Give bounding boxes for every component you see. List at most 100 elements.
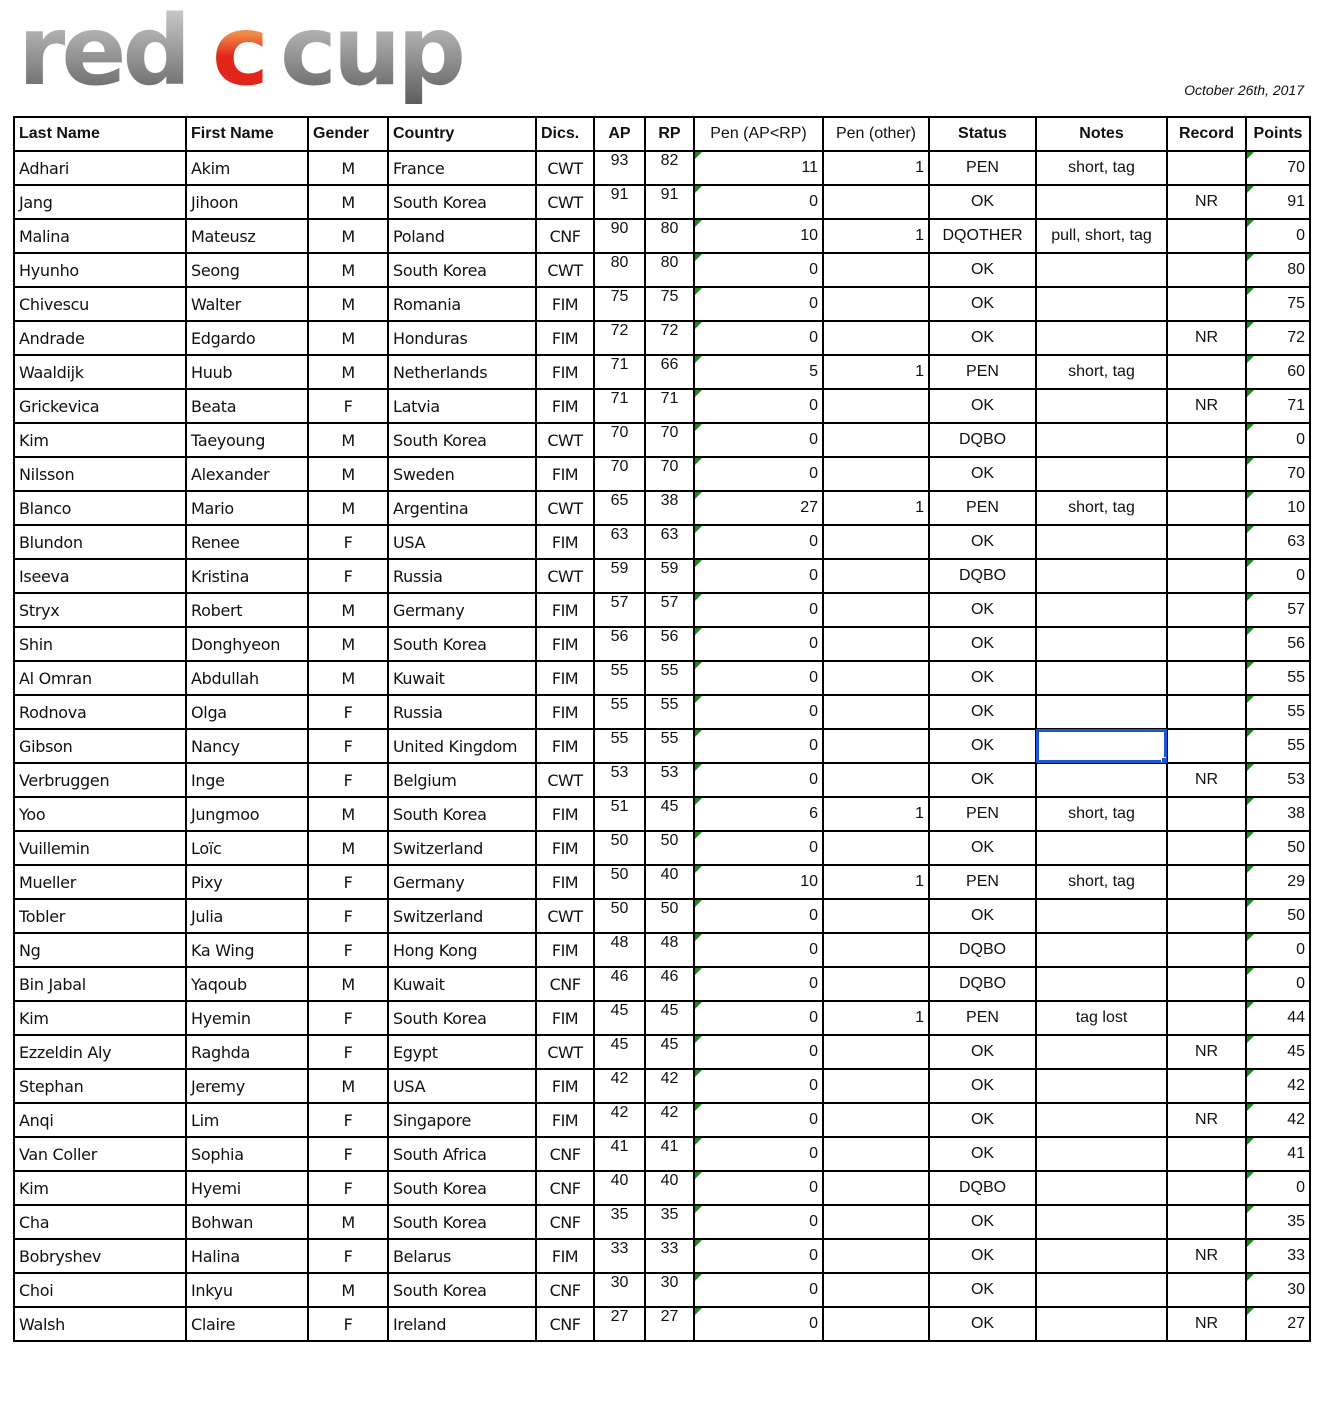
cell-discipline[interactable]: FIM <box>535 1000 595 1036</box>
cell-record[interactable]: NR <box>1166 184 1247 220</box>
cell-last-name[interactable]: Tobler <box>13 898 187 934</box>
cell-notes[interactable]: tag lost <box>1035 1000 1168 1036</box>
cell-ap[interactable]: 55 <box>593 728 646 764</box>
cell-gender[interactable]: F <box>307 1170 389 1206</box>
cell-country[interactable]: France <box>387 150 537 186</box>
cell-record[interactable]: NR <box>1166 320 1247 356</box>
cell-gender[interactable]: M <box>307 320 389 356</box>
cell-points[interactable]: 50 <box>1245 898 1311 934</box>
cell-record[interactable]: NR <box>1166 1238 1247 1274</box>
cell-pen-other[interactable]: 1 <box>822 218 930 254</box>
cell-first-name[interactable]: Loïc <box>185 830 309 866</box>
cell-record[interactable] <box>1166 1204 1247 1240</box>
cell-pen-other[interactable] <box>822 1102 930 1138</box>
cell-last-name[interactable]: Choi <box>13 1272 187 1308</box>
cell-notes[interactable] <box>1035 1238 1168 1274</box>
cell-pen-other[interactable] <box>822 456 930 492</box>
cell-points[interactable]: 80 <box>1245 252 1311 288</box>
cell-notes[interactable] <box>1035 592 1168 628</box>
cell-discipline[interactable]: CWT <box>535 184 595 220</box>
cell-last-name[interactable]: Ezzeldin Aly <box>13 1034 187 1070</box>
cell-first-name[interactable]: Seong <box>185 252 309 288</box>
cell-gender[interactable]: M <box>307 150 389 186</box>
cell-discipline[interactable]: FIM <box>535 354 595 390</box>
cell-notes[interactable] <box>1035 898 1168 934</box>
cell-last-name[interactable]: Blanco <box>13 490 187 526</box>
cell-rp[interactable]: 45 <box>644 1000 695 1036</box>
cell-rp[interactable]: 72 <box>644 320 695 356</box>
cell-pen-ap-rp[interactable]: 0 <box>693 1068 824 1104</box>
cell-pen-other[interactable] <box>822 830 930 866</box>
cell-first-name[interactable]: Olga <box>185 694 309 730</box>
cell-discipline[interactable]: CNF <box>535 966 595 1002</box>
cell-ap[interactable]: 57 <box>593 592 646 628</box>
cell-rp[interactable]: 38 <box>644 490 695 526</box>
cell-ap[interactable]: 93 <box>593 150 646 186</box>
cell-status[interactable]: OK <box>928 1102 1037 1138</box>
cell-last-name[interactable]: Van Coller <box>13 1136 187 1172</box>
cell-discipline[interactable]: CWT <box>535 1034 595 1070</box>
cell-country[interactable]: USA <box>387 524 537 560</box>
cell-points[interactable]: 30 <box>1245 1272 1311 1308</box>
cell-first-name[interactable]: Mateusz <box>185 218 309 254</box>
cell-record[interactable] <box>1166 456 1247 492</box>
cell-first-name[interactable]: Raghda <box>185 1034 309 1070</box>
cell-pen-ap-rp[interactable]: 11 <box>693 150 824 186</box>
cell-discipline[interactable]: CWT <box>535 422 595 458</box>
cell-gender[interactable]: F <box>307 524 389 560</box>
cell-pen-other[interactable] <box>822 388 930 424</box>
cell-discipline[interactable]: CWT <box>535 252 595 288</box>
cell-pen-other[interactable] <box>822 1034 930 1070</box>
cell-first-name[interactable]: Hyemin <box>185 1000 309 1036</box>
cell-last-name[interactable]: Verbruggen <box>13 762 187 798</box>
cell-first-name[interactable]: Taeyoung <box>185 422 309 458</box>
cell-ap[interactable]: 55 <box>593 694 646 730</box>
cell-notes[interactable]: short, tag <box>1035 864 1168 900</box>
cell-rp[interactable]: 45 <box>644 1034 695 1070</box>
cell-points[interactable]: 42 <box>1245 1102 1311 1138</box>
cell-pen-ap-rp[interactable]: 0 <box>693 694 824 730</box>
cell-last-name[interactable]: Andrade <box>13 320 187 356</box>
cell-last-name[interactable]: Bobryshev <box>13 1238 187 1274</box>
cell-pen-other[interactable] <box>822 966 930 1002</box>
cell-pen-other[interactable] <box>822 184 930 220</box>
cell-gender[interactable]: F <box>307 1136 389 1172</box>
cell-pen-ap-rp[interactable]: 0 <box>693 320 824 356</box>
cell-ap[interactable]: 27 <box>593 1306 646 1342</box>
col-header-pen-other[interactable]: Pen (other) <box>822 116 930 152</box>
cell-record[interactable]: NR <box>1166 762 1247 798</box>
cell-notes[interactable] <box>1035 932 1168 968</box>
cell-ap[interactable]: 90 <box>593 218 646 254</box>
cell-gender[interactable]: M <box>307 184 389 220</box>
col-header-status[interactable]: Status <box>928 116 1037 152</box>
cell-rp[interactable]: 48 <box>644 932 695 968</box>
cell-pen-other[interactable] <box>822 422 930 458</box>
cell-notes[interactable] <box>1035 286 1168 322</box>
cell-pen-ap-rp[interactable]: 0 <box>693 252 824 288</box>
cell-rp[interactable]: 56 <box>644 626 695 662</box>
cell-ap[interactable]: 50 <box>593 830 646 866</box>
cell-pen-other[interactable] <box>822 1068 930 1104</box>
cell-pen-other[interactable] <box>822 898 930 934</box>
cell-rp[interactable]: 91 <box>644 184 695 220</box>
cell-record[interactable] <box>1166 286 1247 322</box>
cell-record[interactable]: NR <box>1166 1102 1247 1138</box>
col-header-points[interactable]: Points <box>1245 116 1311 152</box>
cell-pen-other[interactable]: 1 <box>822 864 930 900</box>
cell-points[interactable]: 0 <box>1245 932 1311 968</box>
cell-last-name[interactable]: Walsh <box>13 1306 187 1342</box>
cell-country[interactable]: Germany <box>387 864 537 900</box>
cell-status[interactable]: OK <box>928 1272 1037 1308</box>
cell-record[interactable] <box>1166 694 1247 730</box>
cell-pen-other[interactable] <box>822 558 930 594</box>
cell-gender[interactable]: M <box>307 966 389 1002</box>
cell-last-name[interactable]: Jang <box>13 184 187 220</box>
cell-notes[interactable] <box>1035 1306 1168 1342</box>
cell-pen-other[interactable] <box>822 932 930 968</box>
cell-gender[interactable]: M <box>307 626 389 662</box>
cell-pen-ap-rp[interactable]: 0 <box>693 286 824 322</box>
cell-rp[interactable]: 57 <box>644 592 695 628</box>
cell-country[interactable]: Switzerland <box>387 830 537 866</box>
cell-points[interactable]: 63 <box>1245 524 1311 560</box>
cell-discipline[interactable]: CNF <box>535 1272 595 1308</box>
